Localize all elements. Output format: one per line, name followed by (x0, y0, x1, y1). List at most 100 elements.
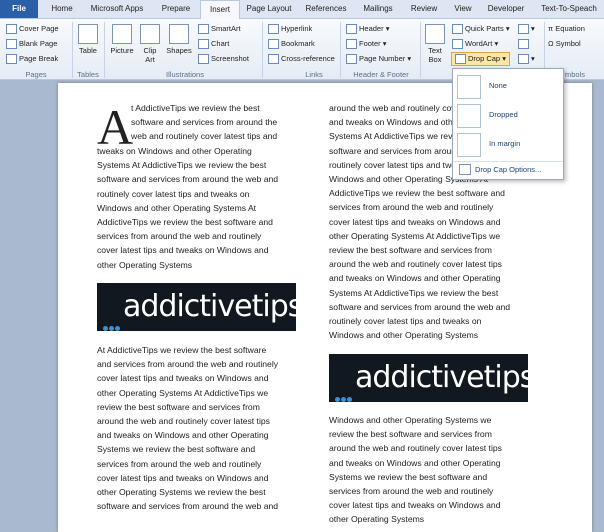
clip-art-icon (140, 24, 160, 44)
date-time-icon (518, 39, 529, 50)
screenshot-button[interactable]: Screenshot (198, 54, 249, 65)
text-line: review the best software and services fr… (97, 401, 260, 412)
table-icon (78, 24, 98, 44)
tab-view[interactable]: View (448, 0, 478, 18)
text-line: At AddictiveTips we review the best soft… (97, 345, 267, 355)
text-line: cover latest tips and tweaks on Windows … (97, 245, 269, 256)
text-line: services from around the web and routine… (329, 202, 494, 213)
text-line: other Operating Systems (97, 259, 193, 270)
tab-references[interactable]: References (300, 0, 352, 18)
signature-line-button[interactable]: ▾ (518, 24, 535, 35)
group-label-symbols: mbols (564, 70, 585, 79)
hyperlink-icon (268, 24, 279, 35)
text-line: tweaks on Windows and other Operating (97, 146, 252, 156)
tab-home[interactable]: Home (44, 0, 80, 18)
text-line: Windows and other Operating Systems (329, 330, 479, 341)
cross-reference-button[interactable]: Cross-reference (268, 54, 335, 65)
smartart-icon (198, 24, 209, 35)
text-line: cover latest tips and tweaks on Windows … (329, 500, 501, 511)
group-divider (420, 22, 421, 78)
pi-icon: π (548, 24, 554, 33)
text-line: and services from around the web and rou… (97, 359, 279, 370)
drop-cap-button[interactable]: Drop Cap ▾ (451, 52, 510, 67)
text-line: services from around the web and routine… (329, 486, 494, 497)
bookmark-button[interactable]: Bookmark (268, 39, 315, 50)
chart-icon (198, 39, 209, 50)
footer-icon (346, 39, 357, 50)
omega-icon: Ω (548, 39, 554, 48)
text-line: other Operating Systems At AddictiveTips… (329, 230, 501, 241)
tab-file[interactable]: File (0, 0, 38, 18)
addictivetips-logo-1: addictivetips (97, 283, 303, 331)
tab-text-to-speech[interactable]: Text-To-Speach (534, 0, 604, 18)
hyperlink-button[interactable]: Hyperlink (268, 24, 312, 35)
column-1-paragraph-2[interactable]: At AddictiveTips we review the best soft… (97, 343, 307, 513)
tab-review[interactable]: Review (404, 0, 444, 18)
footer-button[interactable]: Footer ▾ (346, 39, 387, 50)
text-line: t AddictiveTips we review the best (131, 103, 260, 113)
chart-button[interactable]: Chart (198, 39, 229, 50)
clip-art-button[interactable]: Clip Art (140, 24, 160, 64)
tab-developer[interactable]: Developer (482, 0, 530, 18)
menu-item-none[interactable]: None (453, 73, 563, 99)
group-label-pages: Pages (25, 70, 47, 79)
column-1-paragraph-1[interactable]: tweaks on Windows and other Operating Sy… (97, 144, 307, 272)
tab-prepare[interactable]: Prepare (154, 0, 198, 18)
group-label-illustrations: Illustrations (166, 70, 204, 79)
text-line: services from around the web and routine… (97, 231, 262, 242)
screenshot-icon (198, 54, 209, 65)
tab-insert[interactable]: Insert (200, 0, 240, 20)
text-line: and tweaks on Windows and other Operatin… (329, 457, 501, 468)
cover-page-button[interactable]: Cover Page (6, 24, 59, 35)
date-time-button[interactable] (518, 39, 531, 50)
equation-button[interactable]: π Equation (548, 24, 585, 33)
quick-parts-button[interactable]: Quick Parts ▾ (452, 24, 510, 35)
text-line: other Operating Systems we review the be… (97, 487, 266, 498)
symbol-button[interactable]: Ω Symbol (548, 39, 581, 48)
column-2-paragraph-2[interactable]: Windows and other Operating Systems we r… (329, 413, 534, 527)
drop-cap-icon (455, 54, 466, 65)
object-icon (518, 54, 529, 65)
text-line: cover latest tips and tweaks on Windows … (329, 216, 501, 227)
menu-item-dropped[interactable]: Dropped (453, 102, 563, 128)
logo-text: addictivetips (355, 360, 535, 395)
page-number-icon (346, 54, 357, 65)
text-line: AddictiveTips we review the best softwar… (329, 188, 505, 199)
menu-item-in-margin[interactable]: In margin (453, 131, 563, 157)
text-line: software and services from around the we… (97, 501, 279, 512)
tab-microsoft-apps[interactable]: Microsoft Apps (84, 0, 150, 18)
tab-page-layout[interactable]: Page Layout (242, 0, 296, 18)
text-line: review the best software and services fr… (329, 245, 492, 256)
text-line: AddictiveTips we review the best softwar… (97, 217, 273, 228)
text-line: services from around the web and routine… (97, 458, 262, 469)
page-number-button[interactable]: Page Number ▾ (346, 54, 411, 65)
smartart-button[interactable]: SmartArt (198, 24, 241, 35)
text-line: around the web and routinely cover lates… (97, 416, 270, 427)
addictivetips-logo-2: addictivetips (329, 354, 535, 402)
text-line: around the web and routinely cover lates… (329, 443, 502, 454)
object-button[interactable]: ▾ (518, 54, 535, 65)
text-line: software and services from around the (131, 117, 278, 128)
bookmark-icon (268, 39, 279, 50)
text-line: Windows and other Operating Systems At (97, 202, 257, 213)
text-box-icon (425, 24, 445, 44)
tab-mailings[interactable]: Mailings (356, 0, 400, 18)
text-line: other Operating Systems (329, 514, 425, 525)
header-button[interactable]: Header ▾ (346, 24, 389, 35)
text-box-button[interactable]: Text Box (424, 24, 446, 64)
shapes-button[interactable]: Shapes (165, 24, 193, 55)
table-button[interactable]: Table (76, 24, 100, 55)
menu-item-drop-cap-options[interactable]: Drop Cap Options... (453, 161, 563, 176)
drop-cap-menu: None Dropped In margin Drop Cap Options.… (452, 68, 564, 180)
blank-page-button[interactable]: Blank Page (6, 39, 57, 50)
logo-dots-icon (335, 375, 353, 410)
text-line: Systems At AddictiveTips we review the b… (329, 287, 499, 298)
group-label-tables: Tables (77, 70, 99, 79)
group-divider (104, 22, 105, 78)
picture-button[interactable]: Picture (108, 24, 136, 55)
text-line: and tweaks on Windows and other Operatin… (97, 430, 269, 441)
page-break-button[interactable]: Page Break (6, 54, 58, 65)
wordart-button[interactable]: WordArt ▾ (452, 39, 498, 50)
column-1-drop-lines[interactable]: t AddictiveTips we review the best softw… (131, 101, 301, 144)
text-line: Systems At AddictiveTips we review the b… (97, 160, 267, 171)
